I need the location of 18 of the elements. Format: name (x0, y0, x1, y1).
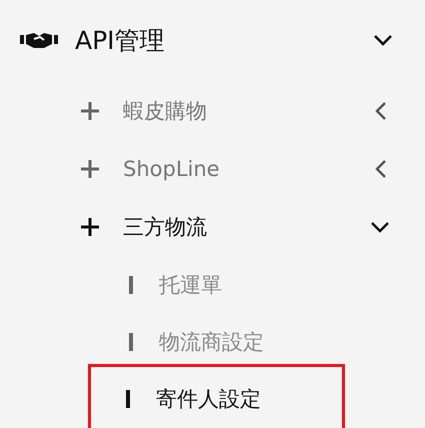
menu-leaf-item[interactable]: 物流商設定 (88, 323, 345, 361)
submenu-item[interactable]: ShopLine (0, 150, 425, 188)
chevron-left-icon (375, 101, 387, 121)
bar-icon (129, 276, 133, 294)
bar-icon (129, 333, 133, 351)
chevron-down-icon (370, 221, 390, 233)
plus-icon (80, 159, 100, 179)
chevron-down-icon (373, 34, 393, 46)
menu-item[interactable]: API管理 (0, 21, 425, 59)
plus-icon (80, 101, 100, 121)
handshake-icon (20, 30, 58, 50)
bar-icon (126, 390, 130, 408)
chevron-left-icon (375, 159, 387, 179)
menu-leaf-item[interactable]: 托運單 (88, 266, 345, 304)
submenu-item[interactable]: 三方物流 (0, 208, 425, 246)
plus-icon (80, 217, 100, 237)
submenu-item[interactable]: 蝦皮購物 (0, 92, 425, 130)
menu-leaf-item[interactable]: 寄件人設定 (88, 364, 345, 428)
